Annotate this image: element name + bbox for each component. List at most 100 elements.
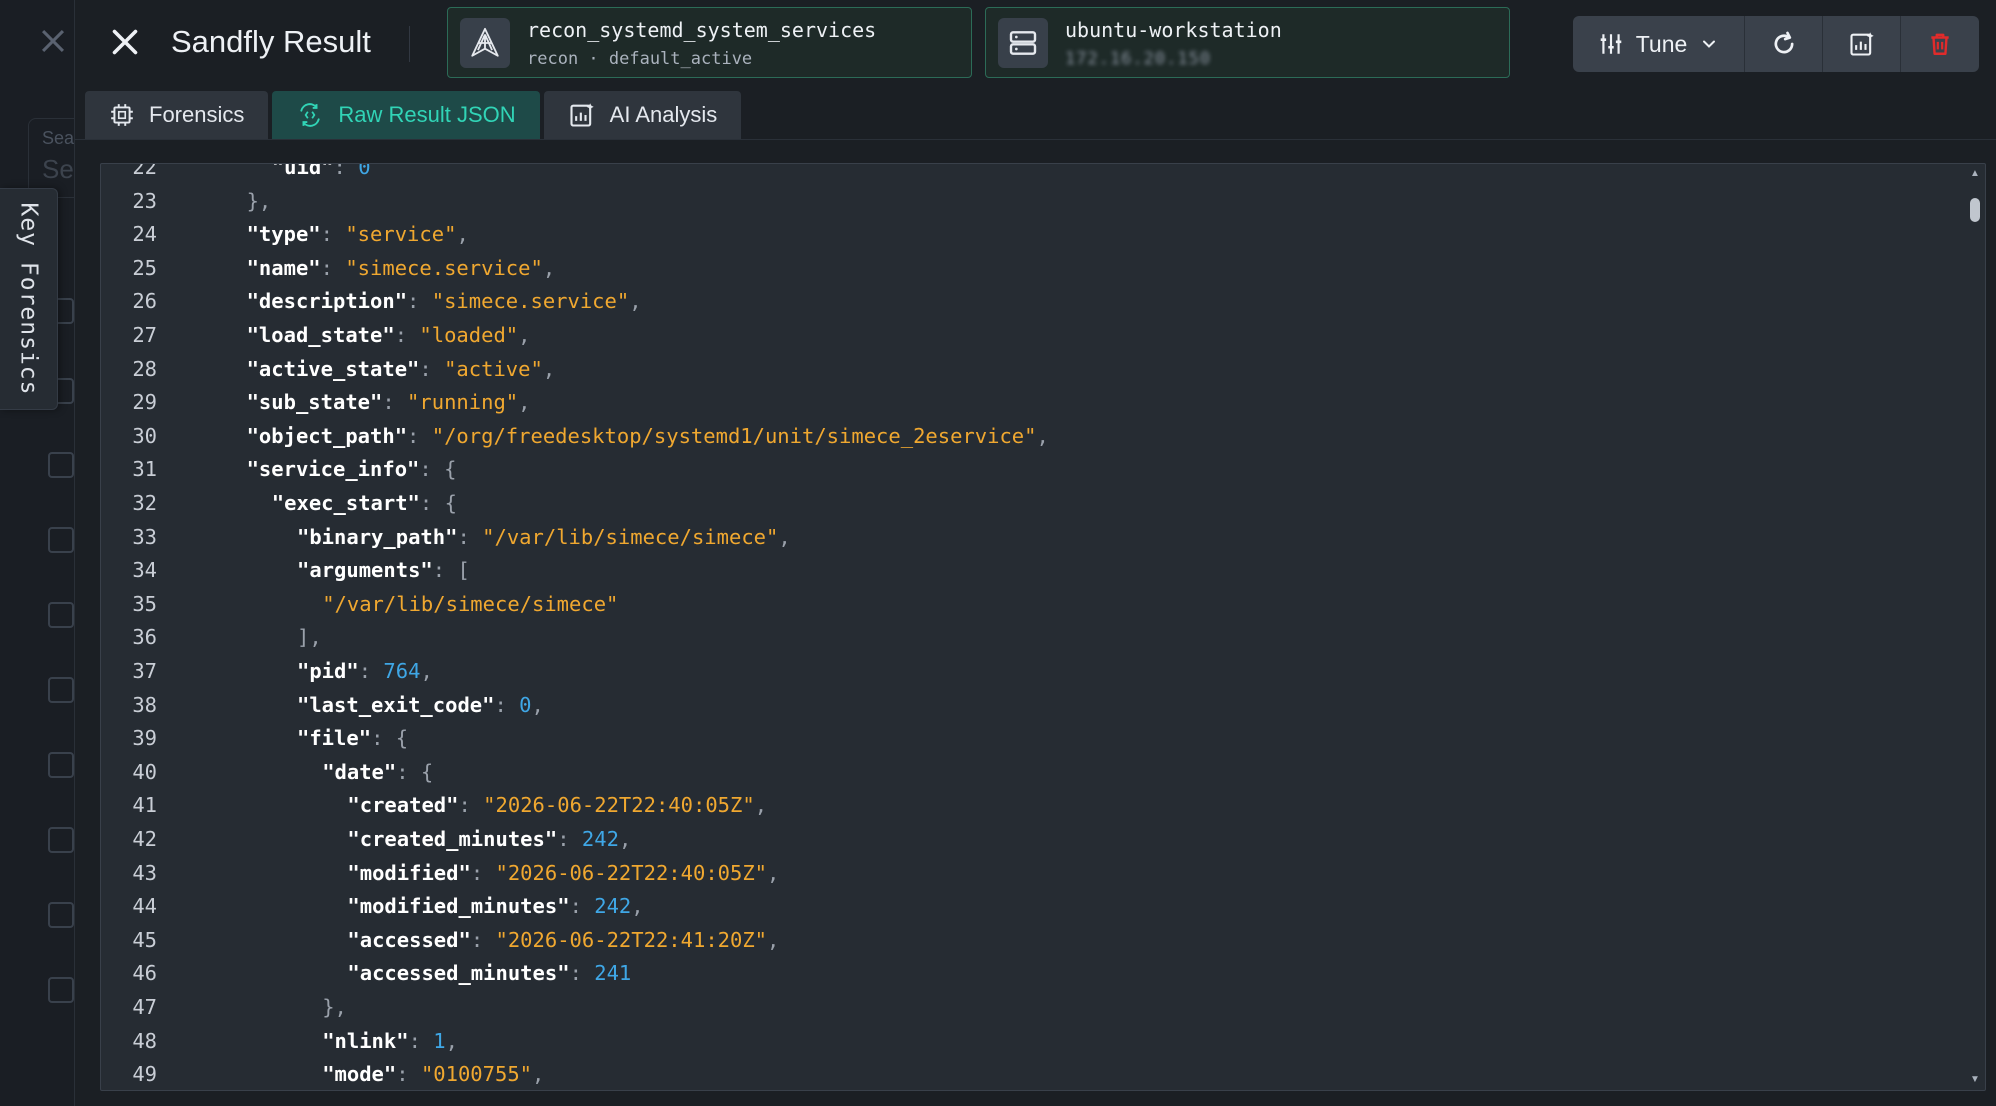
tab-raw-result-json[interactable]: Raw Result JSON <box>272 91 540 139</box>
json-code-editor[interactable]: 49 "mode": "0100755", 48 "nlink": 1, 47}, 46 "… <box>100 163 1986 1091</box>
code-text: "mode": "0100755", <box>322 1057 545 1090</box>
code-text: "accessed": "2026-06-22T22:41:20Z", <box>347 923 779 957</box>
code-line: 23}, <box>101 184 1951 218</box>
code-text: "service_info": { <box>247 452 457 486</box>
sandfly-result-panel: Sandfly Result recon_systemd_system_serv… <box>74 0 1996 1106</box>
json-string: "simece.service" <box>345 255 543 280</box>
code-text: "active_state": "active", <box>247 352 556 386</box>
json-punctuation: , <box>629 289 642 314</box>
line-number: 48 <box>132 1028 157 1053</box>
host-ip: 172.16.20.150 <box>1065 49 1212 69</box>
json-key: "accessed_minutes" <box>347 961 570 986</box>
json-key: "mode" <box>322 1062 397 1087</box>
tab-forensics[interactable]: Forensics <box>85 91 269 139</box>
code-text: "created": "2026-06-22T22:40:05Z", <box>347 788 767 822</box>
line-number: 30 <box>132 423 157 448</box>
line-number: 29 <box>132 390 157 415</box>
json-punctuation: : <box>320 255 346 280</box>
json-key: "uid" <box>271 163 334 179</box>
line-number: 49 <box>132 1062 157 1087</box>
code-text: "pid": 764, <box>297 654 433 688</box>
json-key: "modified" <box>347 860 471 885</box>
json-string: "0100755" <box>420 1062 533 1087</box>
json-punctuation: : { <box>396 759 434 784</box>
json-key: "type" <box>246 222 321 247</box>
background-checkbox <box>48 527 74 553</box>
tab-ai-analysis[interactable]: AI Analysis <box>543 91 742 139</box>
code-line: 41 "created": "2026-06-22T22:40:05Z", <box>101 788 1951 822</box>
report-button[interactable] <box>1823 16 1901 72</box>
json-key: "sub_state" <box>246 390 383 415</box>
code-line: 31 "service_info": { <box>101 452 1951 486</box>
host-card[interactable]: ubuntu-workstation 172.16.20.150 <box>985 7 1510 78</box>
page-title: Sandfly Result <box>171 24 371 59</box>
json-key: "service_info" <box>246 457 420 482</box>
code-json-icon <box>300 103 321 127</box>
json-punctuation: : <box>396 1062 421 1087</box>
code-text: "/var/lib/simece/simece" <box>322 587 618 621</box>
json-punctuation: : <box>457 524 483 549</box>
background-checkbox <box>48 752 74 778</box>
json-punctuation: : { <box>419 457 457 482</box>
json-punctuation: : <box>569 894 595 919</box>
line-number: 45 <box>132 927 157 952</box>
background-search-label: Sea <box>42 128 75 148</box>
json-key: "modified_minutes" <box>347 894 570 919</box>
code-line: 34 "arguments": [ <box>101 553 1951 587</box>
json-string: "/var/lib/simece/simece" <box>482 524 779 549</box>
code-line: 22 "uid": 0 <box>101 163 1951 184</box>
line-number: 31 <box>132 457 157 482</box>
json-punctuation: , <box>542 255 556 280</box>
json-punctuation: , <box>531 692 544 717</box>
trash-icon <box>1931 33 1949 55</box>
json-punctuation: , <box>778 524 791 549</box>
code-line: 36], <box>101 620 1951 654</box>
scroll-up-arrow-icon[interactable]: ▲ <box>1969 168 1981 180</box>
line-number: 22 <box>132 163 157 179</box>
sandfly-card[interactable]: recon_systemd_system_services recon · de… <box>447 7 972 78</box>
json-punctuation: , <box>631 894 644 919</box>
code-text: "created_minutes": 242, <box>347 822 631 856</box>
tab-ai-analysis-label: AI Analysis <box>609 102 718 127</box>
line-number: 47 <box>132 995 157 1019</box>
key-forensics-label: Key Forensics <box>15 202 42 396</box>
line-number: 34 <box>132 558 157 583</box>
code-line: 40 "date": { <box>101 755 1951 789</box>
tune-button[interactable]: Tune <box>1573 16 1745 72</box>
background-checkbox <box>48 677 74 703</box>
line-number: 44 <box>132 894 157 919</box>
code-line: 32 "exec_start": { <box>101 486 1951 520</box>
line-number: 36 <box>132 625 157 650</box>
code-text: "sub_state": "running", <box>247 385 531 419</box>
code-text: "uid": 0 <box>271 163 371 184</box>
code-line: 43 "modified": "2026-06-22T22:40:05Z", <box>101 856 1951 890</box>
key-forensics-tab[interactable]: Key Forensics <box>0 188 58 410</box>
json-punctuation: : <box>394 323 420 347</box>
json-punctuation: , <box>767 927 780 952</box>
code-line: 24 "type": "service", <box>101 217 1951 251</box>
json-number: 0 <box>519 692 532 717</box>
result-tabs: Forensics Raw Result JSON AI Analysis <box>85 91 742 139</box>
code-line: 37 "pid": 764, <box>101 654 1951 688</box>
scroll-down-arrow-icon[interactable]: ▼ <box>1969 1074 1981 1086</box>
json-number: 0 <box>358 163 371 179</box>
json-key: "load_state" <box>246 323 395 347</box>
code-text: "object_path": "/org/freedesktop/systemd… <box>247 419 1049 453</box>
json-punctuation: , <box>420 659 433 683</box>
editor-scrollbar[interactable]: ▲ ▼ <box>1965 164 1985 1090</box>
json-punctuation: , <box>1036 423 1049 448</box>
toolbar: Tune <box>1573 16 1979 72</box>
scroll-thumb[interactable] <box>1970 198 1980 222</box>
json-punctuation: , <box>532 1062 545 1087</box>
code-text: "file": { <box>297 721 408 755</box>
json-punctuation: : <box>470 860 496 885</box>
line-number: 42 <box>132 827 157 851</box>
code-line: 47}, <box>101 990 1951 1024</box>
line-number: 26 <box>132 289 157 314</box>
json-punctuation: , <box>618 827 632 851</box>
refresh-button[interactable] <box>1745 16 1823 72</box>
json-string: "2026-06-22T22:40:05Z" <box>495 860 768 885</box>
delete-button[interactable] <box>1901 16 1979 72</box>
code-line: 33 "binary_path": "/var/lib/simece/simece… <box>101 520 1951 554</box>
close-icon[interactable] <box>107 24 143 60</box>
